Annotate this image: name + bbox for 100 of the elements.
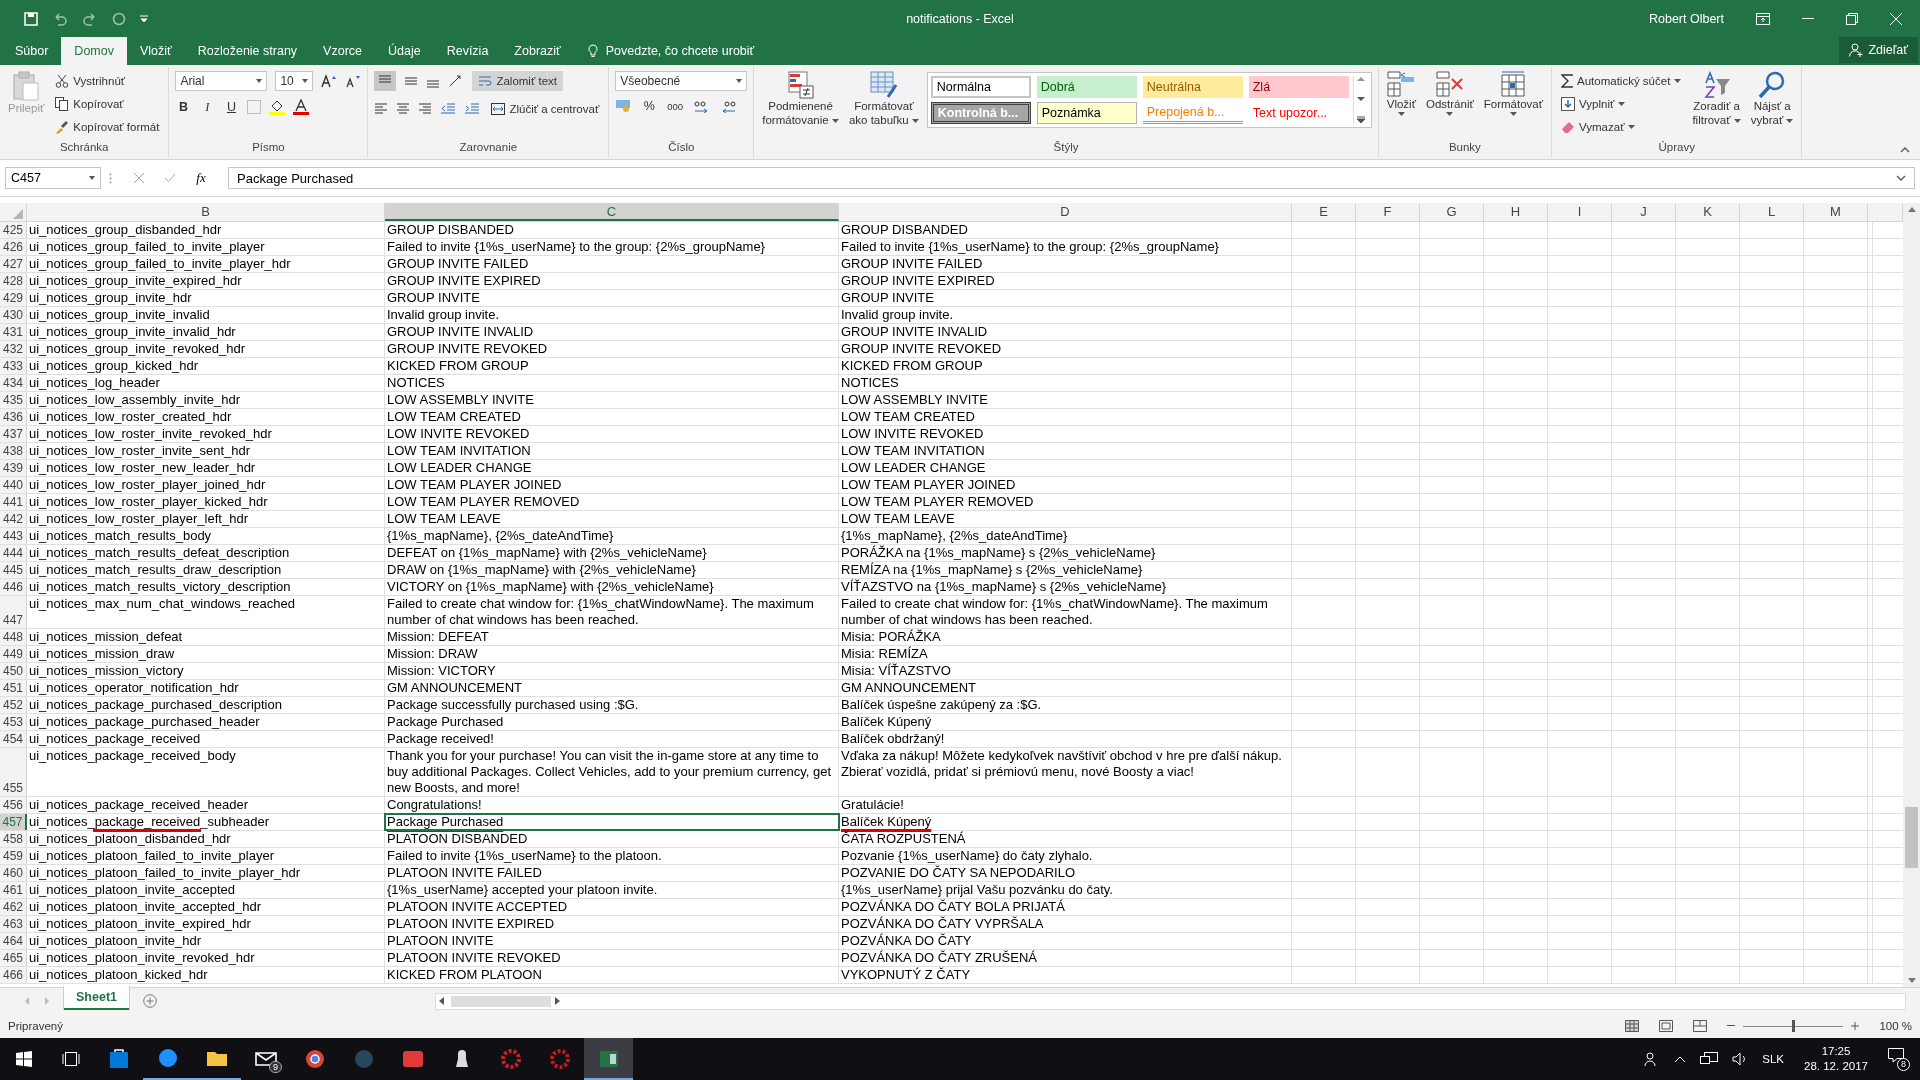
row-header[interactable]: 435: [0, 392, 27, 408]
grow-font-icon[interactable]: [321, 74, 338, 88]
ribbon-display-icon[interactable]: [1756, 12, 1770, 25]
row-header[interactable]: 462: [0, 899, 27, 915]
dropdown-icon[interactable]: [140, 14, 148, 23]
ribbon-tab[interactable]: Súbor: [2, 37, 62, 65]
vertical-scrollbar[interactable]: [1903, 203, 1920, 987]
row-header[interactable]: 432: [0, 341, 27, 357]
row-header[interactable]: 465: [0, 950, 27, 966]
row-header[interactable]: 434: [0, 375, 27, 391]
percent-button[interactable]: %: [641, 99, 658, 113]
cell-style[interactable]: Zlá: [1248, 76, 1349, 98]
column-header[interactable]: K: [1676, 203, 1740, 221]
align-middle-icon[interactable]: [404, 74, 419, 88]
row-header[interactable]: 425: [0, 222, 27, 238]
formula-field[interactable]: Package Purchased: [228, 167, 1915, 189]
font-size-field[interactable]: 10: [275, 71, 314, 91]
clock[interactable]: 17:25 28. 12. 2017: [1798, 1044, 1874, 1074]
column-header[interactable]: J: [1612, 203, 1676, 221]
format-painter-button[interactable]: Kopírovať formát: [52, 117, 163, 137]
column-header[interactable]: L: [1740, 203, 1804, 221]
row-header[interactable]: 428: [0, 273, 27, 289]
circle-icon[interactable]: [112, 11, 126, 26]
underline-button[interactable]: U: [223, 100, 240, 114]
restore-icon[interactable]: [1846, 12, 1858, 25]
close-icon[interactable]: [1890, 12, 1902, 25]
grip-icon[interactable]: [109, 172, 112, 184]
cell-style[interactable]: Dobrá: [1036, 76, 1137, 98]
cell-style[interactable]: Neutrálna: [1142, 76, 1243, 98]
sheet-tab[interactable]: Sheet1: [64, 986, 129, 1010]
format-cells-button[interactable]: Formátovať: [1481, 71, 1546, 116]
row-header[interactable]: 450: [0, 663, 27, 679]
expand-icon[interactable]: [1896, 175, 1906, 181]
scroll-right-icon[interactable]: [555, 997, 560, 1005]
row-header[interactable]: 453: [0, 714, 27, 730]
column-header[interactable]: F: [1356, 203, 1420, 221]
column-header[interactable]: D: [839, 203, 1292, 221]
scroll-up-icon[interactable]: [1356, 76, 1365, 82]
zoom-level[interactable]: 100 %: [1879, 1020, 1912, 1032]
row-header[interactable]: 459: [0, 848, 27, 864]
insert-function-button[interactable]: fx: [196, 170, 206, 186]
scroll-down-icon[interactable]: [1907, 978, 1916, 983]
row-header[interactable]: 455: [0, 748, 27, 796]
decrease-indent-icon[interactable]: [440, 103, 457, 115]
ribbon-tab[interactable]: Zobraziť: [501, 37, 574, 65]
minimize-icon[interactable]: [1802, 17, 1814, 20]
row-header[interactable]: 445: [0, 562, 27, 578]
row-header[interactable]: 433: [0, 358, 27, 374]
scroll-down-icon[interactable]: [1356, 96, 1365, 102]
merge-center-button[interactable]: Zlúčiť a centrovať: [488, 99, 603, 119]
font-family-field[interactable]: Arial: [175, 71, 268, 91]
row-header[interactable]: 438: [0, 443, 27, 459]
scrollbar-thumb[interactable]: [1905, 807, 1918, 868]
slider-thumb[interactable]: [1792, 1020, 1796, 1032]
horizontal-scrollbar[interactable]: [435, 992, 1906, 1010]
scroll-up-icon[interactable]: [1907, 207, 1916, 212]
align-left-icon[interactable]: [374, 103, 389, 115]
row-header[interactable]: 456: [0, 797, 27, 813]
row-header[interactable]: 458: [0, 831, 27, 847]
row-header[interactable]: 461: [0, 882, 27, 898]
row-header[interactable]: 427: [0, 256, 27, 272]
ribbon-tab[interactable]: Domov: [61, 37, 127, 65]
share-button[interactable]: Zdieľať: [1839, 37, 1918, 63]
sort-filter-button[interactable]: Zoradiť a filtrovať: [1690, 71, 1743, 127]
caret-up-icon[interactable]: [1674, 1055, 1687, 1063]
row-header[interactable]: 430: [0, 307, 27, 323]
task-view-icon[interactable]: [62, 1052, 80, 1066]
row-header[interactable]: 443: [0, 528, 27, 544]
column-header[interactable]: M: [1804, 203, 1868, 221]
row-header[interactable]: 448: [0, 629, 27, 645]
column-header[interactable]: G: [1420, 203, 1484, 221]
redo-icon[interactable]: [82, 11, 98, 26]
name-box[interactable]: C457: [5, 167, 101, 189]
row-header[interactable]: 429: [0, 290, 27, 306]
column-header[interactable]: C: [385, 203, 839, 221]
fill-color-icon[interactable]: [269, 99, 286, 115]
ribbon-tab[interactable]: Rozloženie strany: [184, 37, 311, 65]
row-header[interactable]: 446: [0, 579, 27, 595]
ribbon-tab[interactable]: Vložiť: [126, 37, 185, 65]
align-right-icon[interactable]: [418, 103, 433, 115]
more-icon[interactable]: [1356, 116, 1365, 124]
notification-icon[interactable]: [1888, 1047, 1904, 1063]
page-layout-icon[interactable]: [1659, 1020, 1674, 1032]
insert-cells-button[interactable]: Vložiť: [1384, 71, 1418, 116]
increase-indent-icon[interactable]: [464, 103, 481, 115]
row-header[interactable]: 439: [0, 460, 27, 476]
zoom-in-icon[interactable]: [1851, 1022, 1860, 1030]
copy-button[interactable]: Kopírovať: [52, 94, 163, 114]
row-header[interactable]: 426: [0, 239, 27, 255]
column-header[interactable]: H: [1484, 203, 1548, 221]
find-select-button[interactable]: Nájsť a vybrať: [1748, 71, 1796, 127]
column-header[interactable]: I: [1548, 203, 1612, 221]
save-icon[interactable]: [24, 11, 38, 26]
row-header[interactable]: 464: [0, 933, 27, 949]
row-header[interactable]: 454: [0, 731, 27, 747]
row-header[interactable]: 440: [0, 477, 27, 493]
row-header[interactable]: 451: [0, 680, 27, 696]
align-top-icon[interactable]: [374, 71, 397, 91]
autosum-button[interactable]: Automatický súčet: [1558, 71, 1685, 91]
align-center-icon[interactable]: [396, 103, 411, 115]
